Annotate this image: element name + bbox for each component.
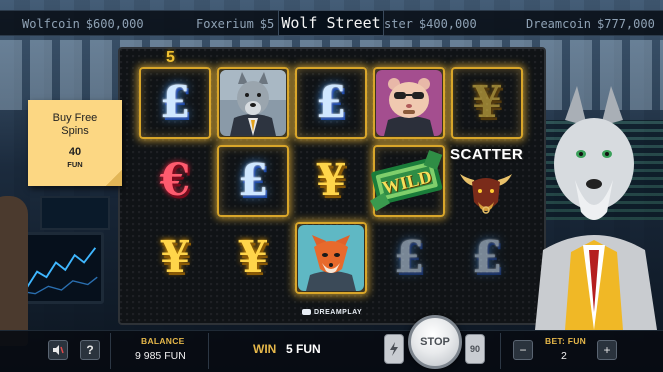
reel-symbol-pound: £	[373, 222, 445, 294]
ticker-item: Dreamcoin $777,000	[526, 17, 655, 31]
pound-symbol-icon: £	[393, 232, 425, 283]
provider-logo: DREAMPLAY	[302, 309, 362, 316]
background-monitor-small	[40, 196, 110, 230]
speaker-icon	[53, 345, 64, 355]
bet-value: 2	[561, 350, 567, 362]
fox-character-icon	[298, 225, 364, 291]
stop-label: STOP	[420, 336, 450, 348]
pound-symbol-icon: £	[159, 77, 191, 128]
turbo-button[interactable]	[384, 334, 404, 364]
divider	[500, 333, 501, 369]
balance-label: BALANCE	[141, 336, 185, 346]
divider	[110, 333, 111, 369]
ticker-item: Foxerium $5	[196, 17, 274, 31]
reel-symbol-wolf	[217, 67, 289, 139]
bull-scatter-icon	[456, 164, 516, 218]
ticker-value: $5	[259, 17, 275, 31]
hamster-character-icon	[376, 70, 442, 136]
provider-mark-icon	[302, 309, 311, 316]
bet-decrease-button[interactable]: −	[513, 340, 533, 360]
buy-free-spins-button[interactable]: Buy Free Spins 40 FUN	[28, 100, 122, 186]
buy-free-spins-price: 40	[68, 146, 82, 158]
game-title: Wolf Street	[278, 10, 384, 36]
minus-icon: −	[519, 343, 527, 357]
buy-free-spins-label: Buy Free Spins	[52, 112, 98, 137]
bet-increase-button[interactable]: +	[597, 340, 617, 360]
bet-label: BET: FUN	[545, 336, 587, 346]
reel-symbol-hamster	[373, 67, 445, 139]
ticker-value: $777,000	[597, 17, 655, 31]
plus-icon: +	[603, 343, 611, 357]
lightning-icon	[390, 342, 398, 356]
stop-spin-button[interactable]: STOP	[408, 315, 462, 369]
buy-free-spins-currency: FUN	[67, 160, 83, 169]
ticker-item: ster $400,000	[384, 17, 477, 31]
reel-symbol-fox	[295, 222, 367, 294]
balance-value: 9 985 FUN	[135, 350, 186, 362]
reel-symbol-euro: €	[139, 145, 211, 217]
background-trader-figure	[0, 196, 28, 346]
wild-symbol: WILD	[370, 150, 444, 214]
sound-toggle-button[interactable]	[48, 340, 68, 360]
win-value: 5 FUN	[286, 342, 321, 356]
wolf-mascot	[525, 80, 663, 330]
scatter-label: SCATTER	[450, 146, 524, 163]
reel-symbol-yen: ¥	[451, 67, 523, 139]
provider-name: DREAMPLAY	[314, 309, 363, 316]
euro-symbol-icon: €	[159, 155, 191, 206]
ticker-value: $400,000	[418, 17, 477, 31]
help-button[interactable]: ?	[80, 340, 100, 360]
pound-symbol-icon: £	[315, 77, 347, 128]
yen-symbol-icon: ¥	[471, 77, 503, 128]
win-label: WIN	[253, 342, 277, 356]
ticker-name: Foxerium	[196, 17, 254, 31]
reel-symbol-pound: £	[139, 67, 211, 139]
yen-symbol-icon: ¥	[237, 232, 269, 283]
pound-symbol-icon: £	[471, 232, 503, 283]
ticker-name: Wolfcoin	[22, 17, 80, 31]
wolf-character-icon	[220, 70, 286, 136]
reel-symbol-pound: £	[451, 222, 523, 294]
yen-symbol-icon: ¥	[159, 232, 191, 283]
ticker-name: Dreamcoin	[526, 17, 592, 31]
reel-symbol-yen: ¥	[295, 145, 367, 217]
ticker-value: $600,000	[85, 17, 144, 31]
autoplay-button[interactable]: 90	[465, 334, 485, 364]
win-line-counter: 5	[166, 49, 175, 66]
divider	[208, 333, 209, 369]
reel-symbol-pound: £	[217, 145, 289, 217]
reel-symbol-yen: ¥	[139, 222, 211, 294]
ticker-item: Wolfcoin $600,000	[22, 17, 144, 31]
pound-symbol-icon: £	[237, 155, 269, 206]
yen-symbol-icon: ¥	[315, 155, 347, 206]
autoplay-count: 90	[469, 344, 480, 354]
ticker-name: ster	[384, 17, 413, 31]
reel-symbol-yen: ¥	[217, 222, 289, 294]
help-label: ?	[86, 343, 94, 357]
reel-symbol-pound: £	[295, 67, 367, 139]
